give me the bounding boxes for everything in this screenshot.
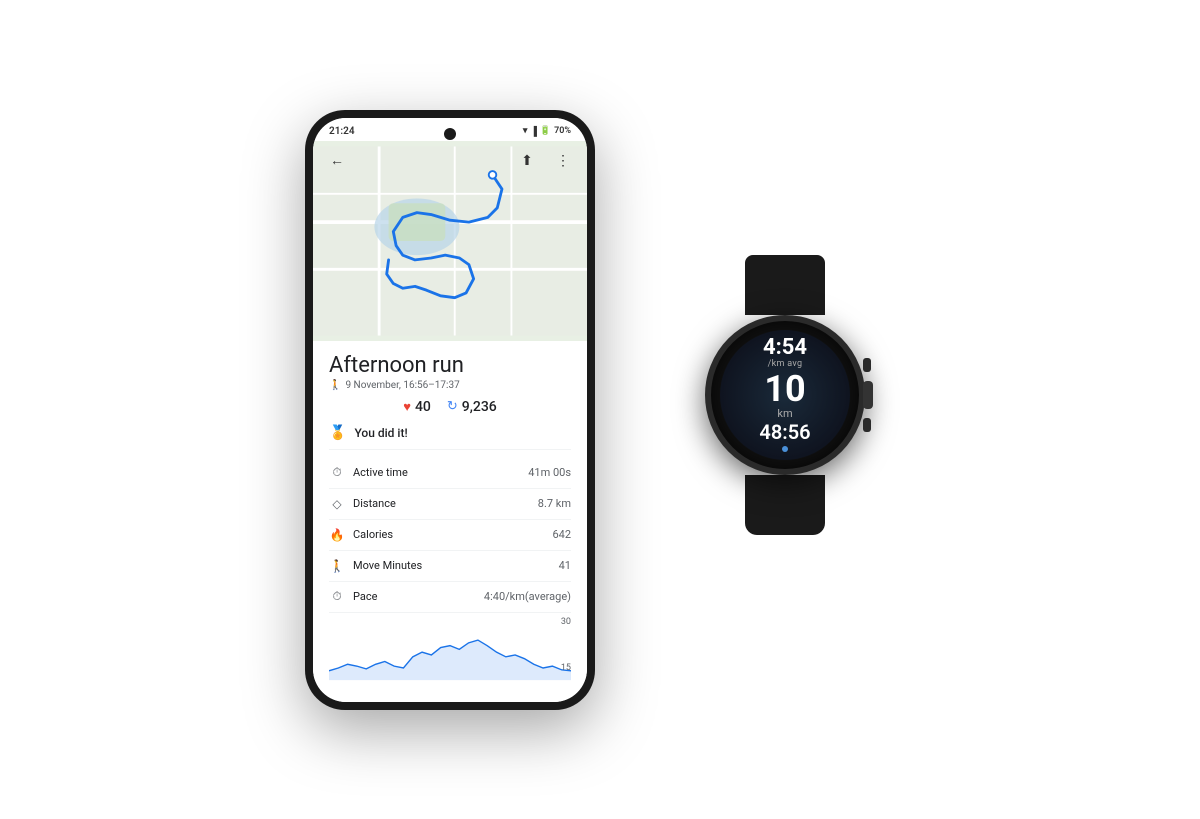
status-icons: ▾ ▐ 🔋 70% (523, 126, 571, 137)
watch-pace-value: 4:54 (763, 337, 807, 359)
status-time: 21:24 (329, 126, 355, 137)
distance-left: ◇ Distance (329, 496, 396, 512)
stats-row: ♥ 40 ↻ 9,236 (329, 399, 571, 415)
distance-icon: ◇ (329, 496, 345, 512)
watch-button-bottom (863, 418, 871, 432)
move-minutes-left: 🚶 Move Minutes (329, 558, 422, 574)
chart-top-label: 30 (561, 617, 571, 627)
steps-icon: ↻ (447, 399, 458, 414)
active-time-label: Active time (353, 466, 408, 479)
watch-strap-bottom (745, 475, 825, 535)
active-time-icon: ⏱ (329, 465, 345, 481)
move-minutes-label: Move Minutes (353, 559, 422, 572)
distance-row: ◇ Distance 8.7 km (329, 489, 571, 520)
achievement-row: 🏅 You did it! (329, 425, 571, 450)
achievement-text: You did it! (354, 426, 407, 440)
watch-button-top (863, 358, 871, 372)
watch-distance-group: 10 km (764, 371, 805, 420)
steps-value: 9,236 (462, 399, 497, 415)
activity-title: Afternoon run (329, 353, 571, 378)
pace-label: Pace (353, 590, 377, 603)
watch-crown (863, 381, 873, 409)
active-time-left: ⏱ Active time (329, 465, 408, 481)
back-button[interactable]: ← (323, 147, 351, 175)
calories-value: 642 (552, 528, 571, 541)
heart-points-value: 40 (415, 399, 431, 415)
map-toolbar: ← ⬆ ⋮ (313, 141, 587, 181)
watch-device: 4:54 /km avg 10 km 48:56 (675, 255, 895, 565)
distance-value: 8.7 km (538, 497, 571, 510)
calories-left: 🔥 Calories (329, 527, 393, 543)
phone-device: 21:24 ▾ ▐ 🔋 70% (305, 110, 595, 710)
watch-strap-top (745, 255, 825, 315)
pace-left: ⏱ Pace (329, 589, 377, 605)
signal-icon: ▐ (530, 126, 536, 137)
activity-content: Afternoon run 🚶 9 November, 16:56–17:37 … (313, 341, 587, 702)
steps-stat: ↻ 9,236 (447, 399, 497, 415)
battery-percent: 70% (554, 126, 571, 136)
share-button[interactable]: ⬆ (513, 147, 541, 175)
battery-icon: 🔋 (540, 126, 551, 136)
calories-label: Calories (353, 528, 393, 541)
activity-date: 9 November, 16:56–17:37 (345, 380, 459, 391)
distance-label: Distance (353, 497, 396, 510)
heart-points-stat: ♥ 40 (403, 399, 431, 415)
status-bar: 21:24 ▾ ▐ 🔋 70% (313, 118, 587, 141)
pace-value: 4:40/km(average) (484, 590, 571, 603)
wifi-icon: ▾ (523, 126, 528, 136)
phone-screen: 21:24 ▾ ▐ 🔋 70% (313, 118, 587, 702)
run-icon: 🚶 (329, 380, 341, 391)
move-minutes-row: 🚶 Move Minutes 41 (329, 551, 571, 582)
chart-svg (329, 627, 571, 682)
active-time-row: ⏱ Active time 41m 00s (329, 458, 571, 489)
map-area: ← ⬆ ⋮ (313, 141, 587, 341)
watch-indicator-dot (782, 446, 788, 452)
watch-elapsed-time: 48:56 (759, 422, 810, 442)
more-button[interactable]: ⋮ (549, 147, 577, 175)
chart-area: 30 15 (329, 617, 571, 677)
achievement-icon: 🏅 (329, 425, 346, 441)
pace-row: ⏱ Pace 4:40/km(average) (329, 582, 571, 613)
calories-row: 🔥 Calories 642 (329, 520, 571, 551)
chart-bottom-label: 15 (561, 663, 571, 673)
move-minutes-icon: 🚶 (329, 558, 345, 574)
watch-face: 4:54 /km avg 10 km 48:56 (720, 330, 850, 460)
active-time-value: 41m 00s (528, 466, 571, 479)
move-minutes-value: 41 (559, 559, 571, 572)
watch-pace-group: 4:54 /km avg (763, 337, 807, 369)
activity-meta: 🚶 9 November, 16:56–17:37 (329, 380, 571, 391)
watch-body: 4:54 /km avg 10 km 48:56 (705, 315, 865, 475)
watch-distance-value: 10 (764, 371, 805, 407)
calories-icon: 🔥 (329, 527, 345, 543)
heart-icon: ♥ (403, 399, 411, 415)
pace-icon: ⏱ (329, 589, 345, 605)
